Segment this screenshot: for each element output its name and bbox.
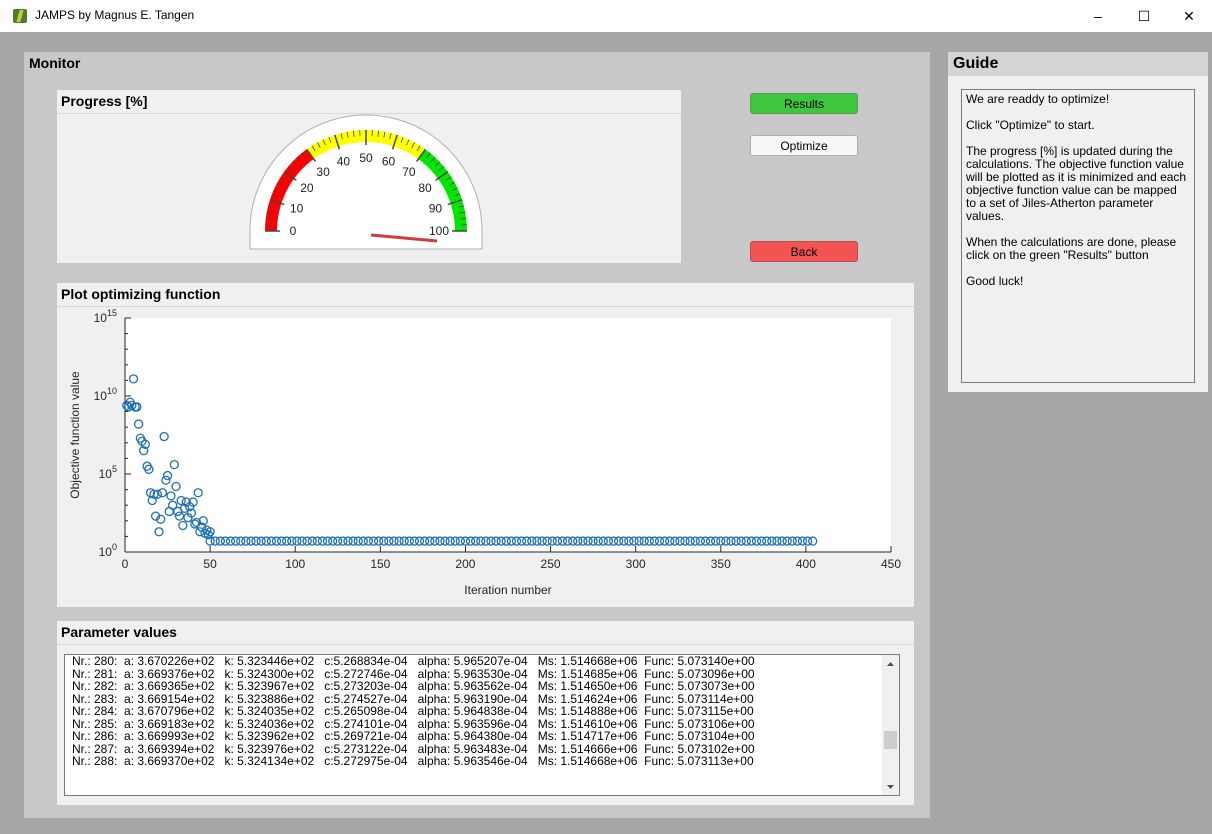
guide-title: Guide — [953, 55, 999, 72]
parameter-row[interactable]: Nr.: 280: a: 3.670226e+02 k: 5.323446e+0… — [65, 655, 899, 668]
gauge-label: 90 — [429, 201, 443, 215]
app-icon — [13, 9, 27, 23]
x-tick-label: 150 — [370, 557, 390, 571]
y-tick-label: 1010 — [94, 386, 117, 403]
parameter-row[interactable]: Nr.: 284: a: 3.670796e+02 k: 5.324035e+0… — [65, 705, 899, 718]
gauge-label: 0 — [290, 224, 297, 238]
plot-panel: Plot optimizing function 0 50 100 150 200 250… — [57, 283, 914, 607]
gauge-label: 10 — [290, 201, 304, 215]
y-tick-label: 100 — [99, 542, 117, 559]
parameter-row[interactable]: Nr.: 286: a: 3.669993e+02 k: 5.323962e+0… — [65, 730, 899, 743]
x-tick-label: 200 — [455, 557, 475, 571]
gauge-label: 30 — [316, 165, 330, 179]
monitor-header: Monitor — [24, 52, 930, 74]
minimize-button[interactable]: – — [1075, 0, 1121, 32]
progress-gauge: 010203040 50 60708090100 — [249, 114, 483, 250]
parameters-title: Parameter values — [61, 624, 177, 640]
x-axis-label: Iteration number — [464, 583, 551, 597]
scroll-up-icon[interactable] — [887, 662, 894, 666]
parameters-panel: Parameter values Nr.: 280: a: 3.670226e+… — [57, 621, 914, 805]
monitor-title: Monitor — [29, 55, 81, 71]
monitor-panel: Monitor Progress [%] 0 10 20 30 40 50 60 70 80 90… — [24, 52, 930, 818]
guide-panel: Guide We are readdy to optimize! Click "… — [948, 52, 1208, 392]
maximize-button[interactable]: ☐ — [1121, 0, 1167, 32]
gauge-label: 20 — [300, 181, 314, 195]
gauge-label: 50 — [359, 151, 373, 165]
x-tick-label: 50 — [203, 557, 217, 571]
gauge-label: 60 — [382, 155, 396, 169]
parameter-row[interactable]: Nr.: 282: a: 3.669365e+02 k: 5.323967e+0… — [65, 680, 899, 693]
window-titlebar: JAMPS by Magnus E. Tangen – ☐ ✕ — [0, 0, 1212, 32]
guide-text: We are readdy to optimize! Click "Optimi… — [961, 89, 1195, 383]
close-button[interactable]: ✕ — [1166, 0, 1212, 32]
y-axis-label: Objective function value — [68, 371, 82, 499]
optimize-button[interactable]: Optimize — [750, 135, 858, 156]
parameter-list[interactable]: Nr.: 280: a: 3.670226e+02 k: 5.323446e+0… — [64, 654, 900, 796]
plot-area — [125, 318, 891, 552]
objective-plot: 0 50 100 150 200 250 300 350 400 450 100 105 1010 10… — [68, 308, 901, 597]
x-tick-label: 0 — [122, 557, 129, 571]
x-tick-label: 250 — [541, 557, 561, 571]
divider — [57, 644, 914, 645]
progress-panel: Progress [%] 0 10 20 30 40 50 60 70 80 90 100 — [57, 90, 681, 263]
x-tick-label: 300 — [626, 557, 646, 571]
gauge-label: 70 — [402, 165, 416, 179]
window-title: JAMPS by Magnus E. Tangen — [35, 8, 195, 22]
scroll-thumb[interactable] — [884, 731, 897, 749]
x-tick-label: 350 — [711, 557, 731, 571]
parameter-row[interactable]: Nr.: 288: a: 3.669370e+02 k: 5.324134e+0… — [65, 755, 899, 768]
y-tick-label: 1015 — [94, 308, 117, 325]
results-button[interactable]: Results — [750, 93, 858, 114]
x-tick-label: 450 — [881, 557, 901, 571]
x-tick-label: 100 — [285, 557, 305, 571]
gauge-label: 80 — [418, 181, 432, 195]
gauge-label: 40 — [337, 155, 351, 169]
y-tick-label: 105 — [99, 464, 117, 481]
back-button[interactable]: Back — [750, 241, 858, 262]
scroll-down-icon[interactable] — [887, 785, 894, 789]
vertical-scrollbar[interactable] — [882, 655, 899, 795]
x-tick-label: 400 — [796, 557, 816, 571]
guide-header: Guide — [948, 52, 1208, 76]
gauge-label: 100 — [429, 224, 449, 238]
